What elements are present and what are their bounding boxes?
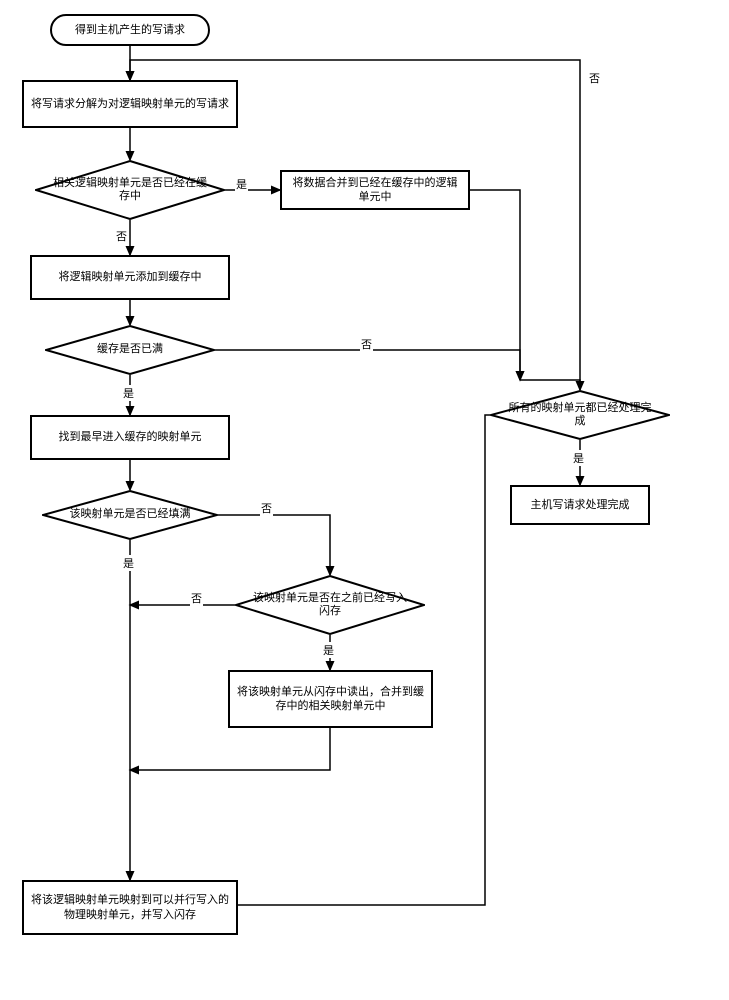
no-label: 否 xyxy=(115,228,128,244)
decision-all-done-text: 所有的映射单元都已经处理完成 xyxy=(508,402,652,428)
decision-in-cache-text: 相关逻辑映射单元是否已经在缓存中 xyxy=(53,177,207,203)
no-label-5: 否 xyxy=(588,70,601,86)
yes-label-3: 是 xyxy=(122,555,135,571)
done-box: 主机写请求处理完成 xyxy=(510,485,650,525)
decision-cache-full: 缓存是否已满 xyxy=(45,325,215,375)
decision-unit-full-text: 该映射单元是否已经填满 xyxy=(70,508,191,521)
yes-label-5: 是 xyxy=(572,450,585,466)
find-oldest-box: 找到最早进入缓存的映射单元 xyxy=(30,415,230,460)
no-label-3: 否 xyxy=(260,500,273,516)
done-text: 主机写请求处理完成 xyxy=(531,498,630,512)
decision-written-before-text: 该映射单元是否在之前已经写入闪存 xyxy=(253,592,407,618)
decision-written-before: 该映射单元是否在之前已经写入闪存 xyxy=(235,575,425,635)
split-request-text: 将写请求分解为对逻辑映射单元的写请求 xyxy=(31,97,229,111)
map-write-box: 将该逻辑映射单元映射到可以并行写入的物理映射单元，并写入闪存 xyxy=(22,880,238,935)
decision-unit-full: 该映射单元是否已经填满 xyxy=(42,490,218,540)
yes-label: 是 xyxy=(235,176,248,192)
read-merge-box: 将该映射单元从闪存中读出，合并到缓存中的相关映射单元中 xyxy=(228,670,433,728)
merge-cache-box: 将数据合并到已经在缓存中的逻辑单元中 xyxy=(280,170,470,210)
read-merge-text: 将该映射单元从闪存中读出，合并到缓存中的相关映射单元中 xyxy=(236,685,425,714)
flowchart: 得到主机产生的写请求 将写请求分解为对逻辑映射单元的写请求 相关逻辑映射单元是否… xyxy=(10,10,719,990)
decision-all-done: 所有的映射单元都已经处理完成 xyxy=(490,390,670,440)
decision-cache-full-text: 缓存是否已满 xyxy=(97,343,163,356)
find-oldest-text: 找到最早进入缓存的映射单元 xyxy=(59,430,202,444)
no-label-2: 否 xyxy=(360,336,373,352)
no-label-4: 否 xyxy=(190,590,203,606)
start-node: 得到主机产生的写请求 xyxy=(50,14,210,46)
split-request-box: 将写请求分解为对逻辑映射单元的写请求 xyxy=(22,80,238,128)
decision-in-cache: 相关逻辑映射单元是否已经在缓存中 xyxy=(35,160,225,220)
add-cache-text: 将逻辑映射单元添加到缓存中 xyxy=(59,270,202,284)
start-text: 得到主机产生的写请求 xyxy=(75,23,185,37)
add-cache-box: 将逻辑映射单元添加到缓存中 xyxy=(30,255,230,300)
map-write-text: 将该逻辑映射单元映射到可以并行写入的物理映射单元，并写入闪存 xyxy=(30,893,230,922)
merge-cache-text: 将数据合并到已经在缓存中的逻辑单元中 xyxy=(288,176,462,205)
yes-label-2: 是 xyxy=(122,385,135,401)
yes-label-4: 是 xyxy=(322,642,335,658)
